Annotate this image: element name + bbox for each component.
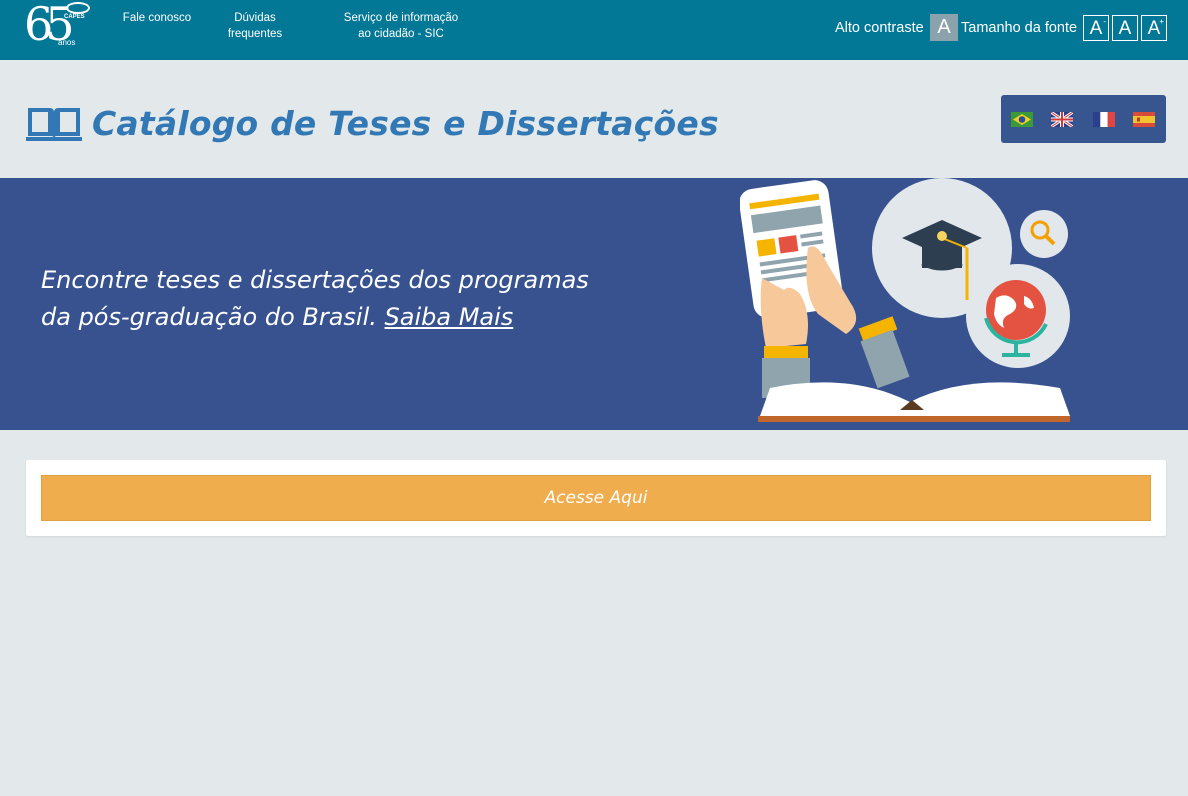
nav-duvidas-frequentes[interactable]: Dúvidas frequentes (212, 10, 298, 42)
font-reset-letter: A (1118, 18, 1132, 39)
uk-flag-icon[interactable] (1051, 112, 1073, 127)
alto-contraste-button[interactable]: A (930, 14, 958, 41)
font-decrease-button[interactable]: A- (1083, 15, 1109, 41)
alto-contraste-label: Alto contraste (835, 20, 924, 36)
logo-org: CAPES (64, 14, 85, 20)
font-reset-button[interactable]: A (1112, 15, 1138, 41)
tamanho-fonte-label: Tamanho da fonte (961, 20, 1078, 36)
acesse-aqui-button[interactable]: Acesse Aqui (41, 475, 1151, 521)
logo-years-label: anos (58, 38, 76, 47)
spain-flag-icon[interactable] (1133, 112, 1155, 127)
graduation-study-illustration (740, 178, 1070, 422)
book-icon (26, 108, 82, 141)
saiba-mais-link[interactable]: Saiba Mais (385, 303, 514, 331)
france-flag-icon[interactable] (1093, 112, 1115, 127)
banner-text: Encontre teses e dissertações dos progra… (41, 262, 601, 336)
language-selector (1001, 95, 1166, 143)
logo-eye-icon (66, 2, 90, 14)
font-increase-sign: + (1159, 17, 1164, 26)
font-decrease-letter: A (1089, 18, 1103, 39)
hero-banner: Encontre teses e dissertações dos progra… (0, 178, 1188, 430)
capes-65-anos-logo[interactable]: 65 CAPES anos (24, 0, 94, 52)
page-title: Catálogo de Teses e Dissertações (92, 103, 719, 143)
font-increase-button[interactable]: A + (1141, 15, 1167, 41)
font-decrease-sign: - (1103, 17, 1106, 26)
brazil-flag-icon[interactable] (1011, 112, 1033, 127)
page-header: Catálogo de Teses e Dissertações (26, 100, 719, 146)
top-bar: 65 CAPES anos Fale conosco Dúvidas frequ… (0, 0, 1188, 60)
access-card: Acesse Aqui (26, 460, 1166, 536)
nav-sic[interactable]: Serviço de informação ao cidadão - SIC (330, 10, 472, 42)
nav-fale-conosco[interactable]: Fale conosco (116, 10, 198, 26)
